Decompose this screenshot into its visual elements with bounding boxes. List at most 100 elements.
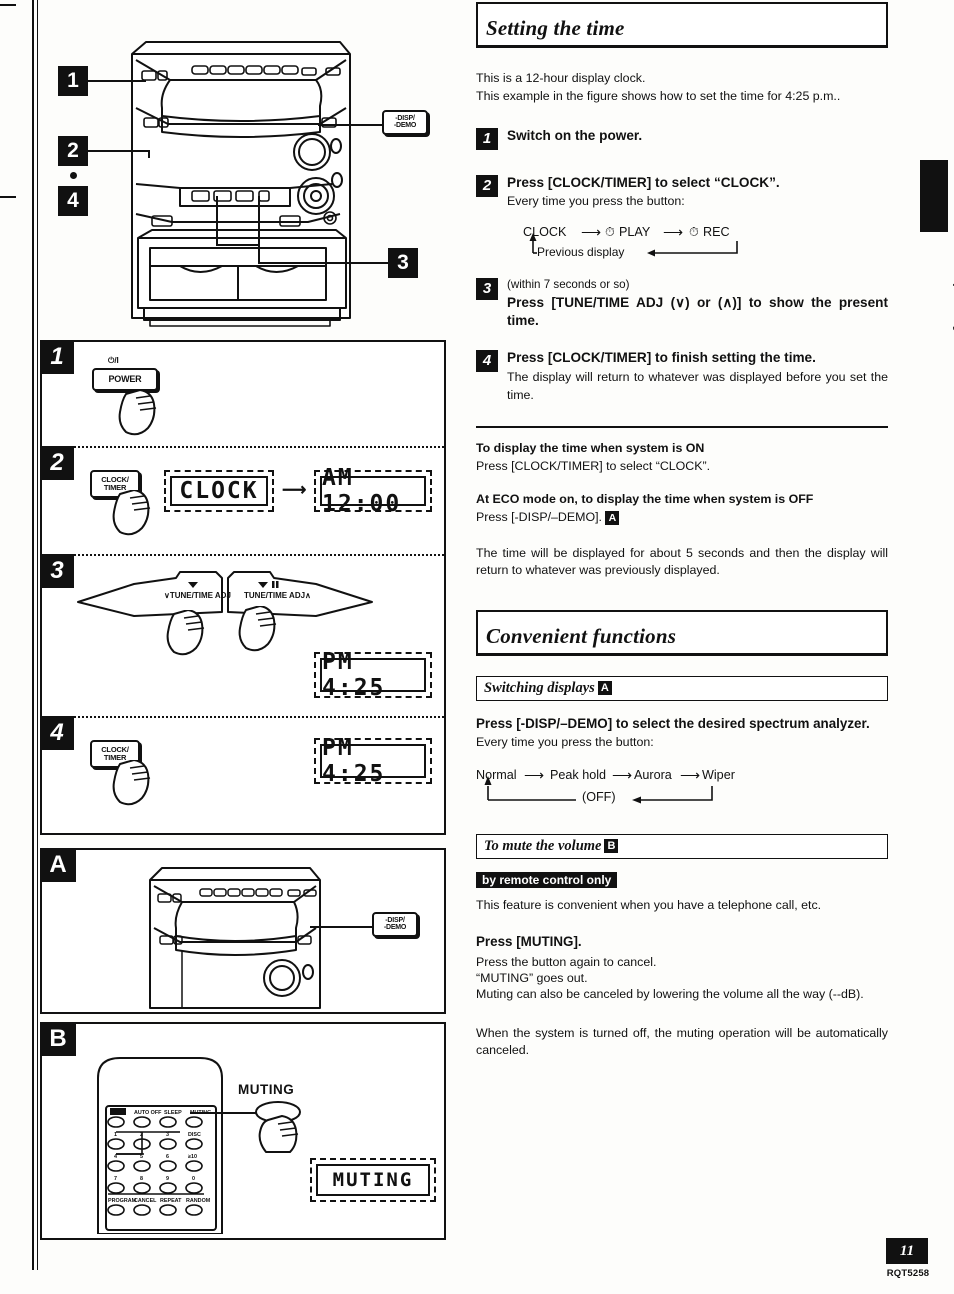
- svg-text:3: 3: [166, 1132, 169, 1138]
- tune-time-adj-rocker-buttons[interactable]: ∨TUNE/TIME ADJ TUNE/TIME ADJ∧: [76, 568, 376, 624]
- finger-pointer-2: [112, 489, 164, 543]
- lcd-display-am1200: AM 12:00: [314, 465, 432, 517]
- callout-3-leader-vert-b: [216, 196, 218, 244]
- svg-text:AUTO OFF: AUTO OFF: [134, 1110, 162, 1116]
- note-on-text: Press [CLOCK/TIMER] to select “CLOCK”.: [476, 458, 711, 473]
- intro-line-1: This is a 12-hour display clock.: [476, 71, 646, 85]
- text-step-1: 1 Switch on the power.: [476, 127, 888, 151]
- muting-closing: When the system is turned off, the mutin…: [476, 1025, 888, 1058]
- step-figure-4: 4 CLOCK/ TIMER PM 4:25: [40, 716, 444, 834]
- lcd-display-pm425-step3: PM 4:25: [314, 649, 432, 701]
- lcd-clock-text: CLOCK: [170, 476, 268, 506]
- subheader-switching-label: Switching displays: [484, 679, 595, 696]
- text-step-3-heading: Press [TUNE/TIME ADJ (∨) or (∧)] to show…: [507, 294, 888, 328]
- callout-1: 1: [58, 66, 88, 96]
- finger-pointer-3-left: [166, 609, 218, 663]
- svg-text:≥10: ≥10: [188, 1154, 197, 1160]
- page-number-box: 11: [886, 1238, 928, 1264]
- text-step-2-heading: Press [CLOCK/TIMER] to select “CLOCK”.: [507, 175, 780, 191]
- step-figure-2: 2 CLOCK/ TIMER CLOCK ⟶ AM 12:00: [40, 446, 444, 554]
- hifi-system-illustration: [40, 8, 460, 334]
- intro-line-2: This example in the figure shows how to …: [476, 88, 841, 103]
- subheader-switching-displays: Switching displays A: [476, 675, 888, 701]
- muting-line-3: Muting can also be canceled by lowering …: [476, 987, 864, 1002]
- lcd-transition-arrow: ⟶: [282, 480, 307, 499]
- finger-pointer-1: [118, 389, 170, 443]
- svg-text:∨TUNE/TIME ADJ: ∨TUNE/TIME ADJ: [164, 591, 231, 600]
- disp-demo-leader: [318, 124, 382, 126]
- muting-leader: [190, 1112, 258, 1114]
- text-step-3: 3 (within 7 seconds or so) Press [TUNE/T…: [476, 277, 888, 330]
- page-crop-mark-top: [0, 4, 16, 6]
- lcd-display-pm425-step4: PM 4:25: [314, 735, 432, 787]
- disp-demo-button-panel-a[interactable]: -DISP/ -DEMO: [372, 912, 418, 937]
- svg-text:DISC: DISC: [188, 1132, 201, 1138]
- disp-demo-button-callout[interactable]: -DISP/ -DEMO: [382, 110, 428, 135]
- svg-text:TUNE/TIME ADJ∧: TUNE/TIME ADJ∧: [244, 591, 311, 600]
- remote-control-illustration: AUTO OFF SLEEP MUTING 123DISC 456≥10 789…: [97, 1057, 223, 1234]
- text-step-1-number: 1: [476, 128, 498, 151]
- disp-demo-a-line2: -DEMO: [383, 924, 407, 932]
- note-on-title: To display the time when system is ON: [476, 441, 705, 456]
- text-step-4: 4 Press [CLOCK/TIMER] to finish setting …: [476, 349, 888, 404]
- setting-time-closing: The time will be displayed for about 5 s…: [476, 545, 888, 578]
- text-step-4-number: 4: [476, 350, 498, 373]
- lcd-pm425-step3-text: PM 4:25: [320, 649, 426, 701]
- svg-text:REPEAT: REPEAT: [160, 1198, 182, 1204]
- svg-text:9: 9: [166, 1176, 169, 1182]
- finger-pointer-4: [112, 759, 164, 813]
- figure-panel-a-tag: A: [40, 848, 76, 882]
- disp-demo-label-line2: -DEMO: [393, 122, 417, 130]
- callout-2-leader: [88, 150, 150, 152]
- marker-a-inline: A: [605, 511, 620, 526]
- svg-text:8: 8: [140, 1176, 143, 1182]
- callout-3-leader: [258, 262, 390, 264]
- section-title-setting-time: Setting the time: [486, 16, 625, 40]
- muting-intro: This feature is convenient when you have…: [476, 897, 822, 912]
- subheader-mute-volume: To mute the volume B: [476, 833, 888, 859]
- page-left-rule-inner: [37, 0, 38, 1270]
- subheader-mute-label: To mute the volume: [484, 837, 602, 854]
- note-eco-text: Press [-DISP/–DEMO].: [476, 510, 602, 525]
- text-step-1-heading: Switch on the power.: [507, 128, 643, 144]
- step-figure-3: 3 ∨TUNE/TIME ADJ TUNE/TIME ADJ∧ PM 4:25: [40, 554, 444, 716]
- page-crop-mark-mid: [0, 196, 16, 198]
- svg-text:5: 5: [140, 1154, 143, 1160]
- disp-demo-label-line1: -DISP/: [395, 115, 415, 122]
- svg-text:6: 6: [166, 1154, 169, 1160]
- steps-figure-panel: 1 ⏻/I POWER 2 CLOCK/ TIMER CLOCK ⟶ AM 12…: [40, 340, 446, 835]
- left-figure-column: 1 2 4 3 -DISP/ -DEMO 1 ⏻/I POWER 2 CLOCK…: [0, 0, 470, 1294]
- svg-text:4: 4: [114, 1154, 117, 1160]
- callout-4: 4: [58, 186, 88, 216]
- svg-text:7: 7: [114, 1176, 117, 1182]
- lcd-muting-text: MUTING: [316, 1164, 430, 1196]
- muting-pointer-label: MUTING: [238, 1082, 295, 1097]
- finger-pointer-3-right: [238, 605, 290, 659]
- text-step-2-body: Every time you press the button:: [507, 193, 685, 208]
- text-step-2: 2 Press [CLOCK/TIMER] to select “CLOCK”.…: [476, 174, 888, 268]
- section-header-convenient: Convenient functions: [476, 609, 888, 656]
- section-header-setting-time: Setting the time: [476, 2, 888, 48]
- lcd-display-clock: CLOCK: [164, 470, 274, 512]
- hifi-front-panel-a-illustration: [149, 867, 321, 1009]
- svg-text:RANDOM: RANDOM: [186, 1198, 211, 1204]
- power-button[interactable]: POWER: [92, 368, 158, 392]
- step-figure-1-tag: 1: [40, 340, 74, 374]
- lcd-am1200-text: AM 12:00: [320, 465, 426, 517]
- note-eco-text-wrap: Press [-DISP/–DEMO]. A: [476, 509, 888, 527]
- marker-a-switching: A: [597, 680, 612, 695]
- text-step-2-number: 2: [476, 175, 498, 198]
- callout-2: 2: [58, 136, 88, 166]
- text-step-4-body: The display will return to whatever was …: [507, 369, 888, 402]
- figure-panel-a: A -DISP/ -DEMO: [40, 848, 446, 1014]
- note-eco-title: At ECO mode on, to display the time when…: [476, 492, 814, 507]
- callout-2-leader-vert: [148, 150, 150, 158]
- text-step-3-note: (within 7 seconds or so): [507, 277, 630, 291]
- hifi-system-svg: [131, 41, 351, 327]
- power-symbol-label: ⏻/I: [108, 356, 119, 365]
- spectrum-flow-loop-path: [484, 775, 713, 804]
- remote-only-badge: by remote control only: [476, 871, 618, 888]
- muting-line-1: Press the button again to cancel.: [476, 954, 657, 969]
- note-display-time-on: To display the time when system is ON Pr…: [476, 440, 888, 475]
- page-left-rule-outer: [32, 0, 34, 1270]
